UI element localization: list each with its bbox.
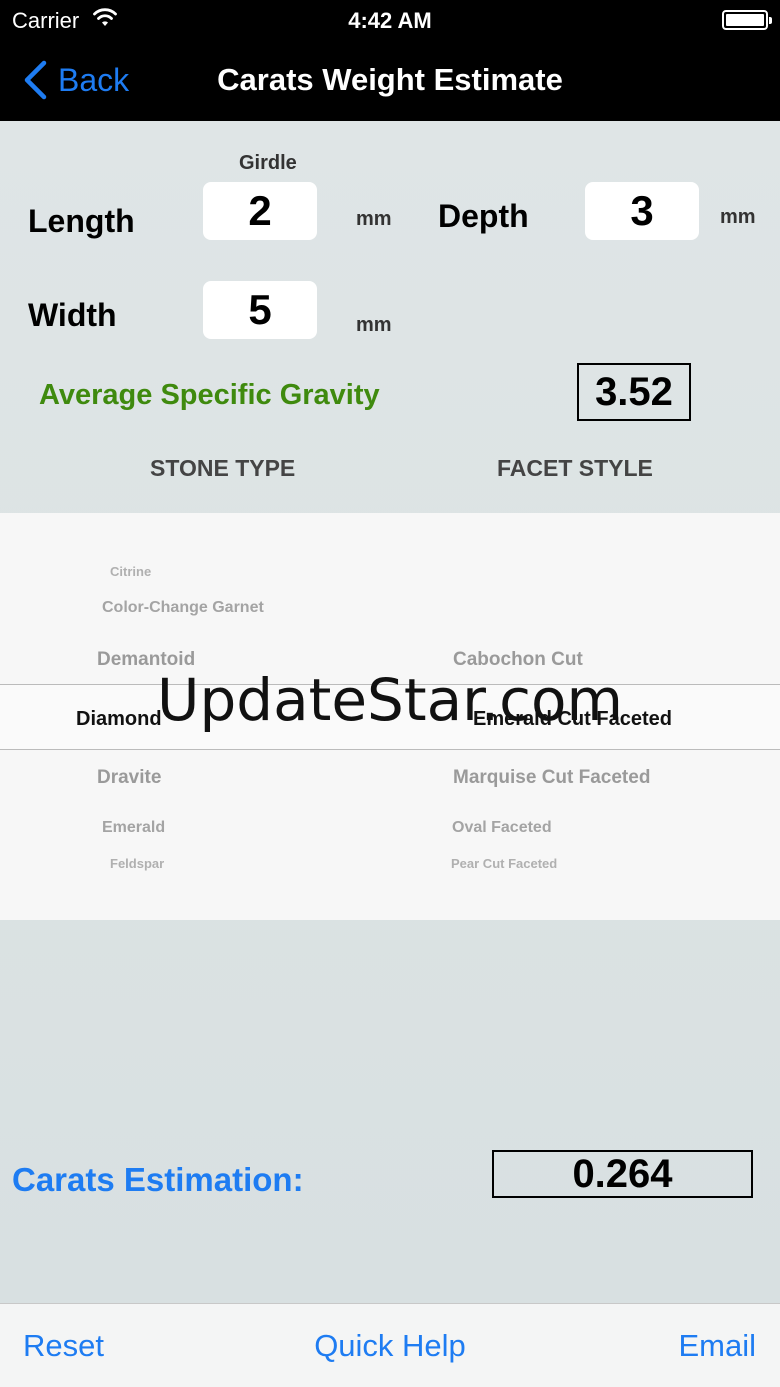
facet-option[interactable]: Pear Cut Faceted xyxy=(451,856,557,871)
carats-estimation-value: 0.264 xyxy=(492,1150,753,1198)
email-button[interactable]: Email xyxy=(678,1328,756,1364)
facet-option[interactable]: Oval Faceted xyxy=(452,819,552,837)
stone-option[interactable]: Color-Change Garnet xyxy=(102,599,264,617)
status-time: 4:42 AM xyxy=(348,8,432,33)
specific-gravity-value: 3.52 xyxy=(577,363,691,421)
navigation-bar: Back Carats Weight Estimate xyxy=(0,40,780,121)
facet-style-header: FACET STYLE xyxy=(497,455,653,481)
length-input[interactable]: 2 xyxy=(203,182,317,240)
stone-option[interactable]: Demantoid xyxy=(97,649,195,671)
stone-type-header: STONE TYPE xyxy=(150,455,296,481)
length-label: Length xyxy=(28,203,135,239)
stone-facet-picker[interactable]: Citrine Color-Change Garnet Demantoid Di… xyxy=(0,513,780,920)
stone-option[interactable]: Feldspar xyxy=(110,856,164,871)
width-unit: mm xyxy=(356,314,392,336)
status-bar: Carrier 4:42 AM xyxy=(0,0,780,40)
bottom-toolbar: Reset Quick Help Email xyxy=(0,1303,780,1387)
page-title: Carats Weight Estimate xyxy=(217,62,563,97)
quick-help-label: Quick Help xyxy=(314,1328,466,1363)
width-label: Width xyxy=(28,297,117,333)
carats-estimation-label: Carats Estimation: xyxy=(12,1161,304,1198)
facet-option-selected[interactable]: Emerald Cut Faceted xyxy=(473,708,672,731)
stone-option[interactable]: Dravite xyxy=(97,767,161,789)
stone-option-selected[interactable]: Diamond xyxy=(76,708,162,731)
girdle-label: Girdle xyxy=(239,152,297,174)
specific-gravity-label: Average Specific Gravity xyxy=(39,379,380,411)
width-input[interactable]: 5 xyxy=(203,281,317,339)
quick-help-button[interactable]: Quick Help xyxy=(0,1328,780,1364)
stone-option[interactable]: Emerald xyxy=(102,819,165,837)
facet-option[interactable]: Marquise Cut Faceted xyxy=(453,767,650,789)
length-unit: mm xyxy=(356,208,392,230)
main-content: Girdle Length 2 mm Depth 3 mm Width 5 mm… xyxy=(0,121,780,1303)
facet-option[interactable]: Cabochon Cut xyxy=(453,649,583,671)
stone-option[interactable]: Citrine xyxy=(110,564,151,579)
depth-input[interactable]: 3 xyxy=(585,182,699,240)
depth-label: Depth xyxy=(438,198,529,234)
battery-icon xyxy=(722,10,772,30)
depth-unit: mm xyxy=(720,206,756,228)
